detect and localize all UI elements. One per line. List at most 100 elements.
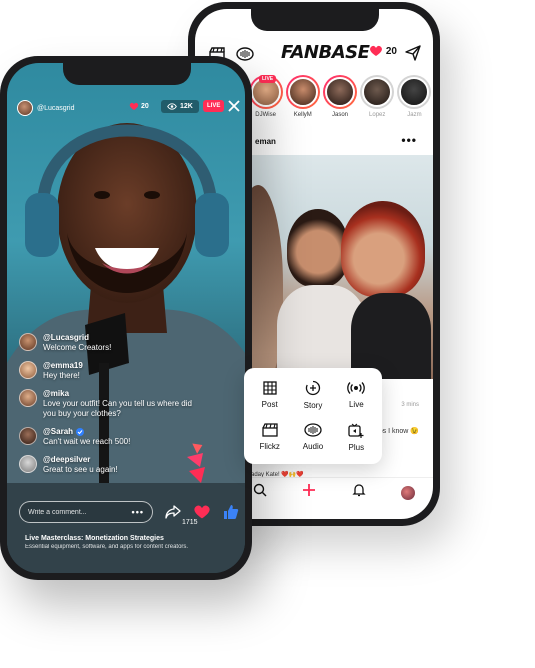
- story-name: Lopez: [369, 112, 386, 118]
- menu-label: Plus: [348, 442, 365, 452]
- menu-label: Post: [261, 400, 278, 409]
- story-name: Jazm: [407, 112, 422, 118]
- broadcast-icon: [347, 382, 366, 394]
- comment-user[interactable]: @Sarah: [43, 427, 130, 437]
- avatar: [287, 77, 318, 107]
- live-badge: LIVE: [203, 100, 225, 112]
- story-item[interactable]: Jazm: [396, 75, 433, 131]
- comment-user[interactable]: @mika: [43, 389, 199, 399]
- story-name: DJWise: [255, 112, 276, 118]
- photo-person: [351, 293, 431, 379]
- close-icon[interactable]: [227, 99, 241, 118]
- avatar: [325, 77, 355, 107]
- comment-placeholder: Write a comment...: [28, 508, 87, 516]
- story-item[interactable]: LIVE DJWise: [247, 75, 284, 131]
- story-ring: [397, 75, 432, 109]
- story-ring: [285, 75, 320, 109]
- story-ring: [360, 75, 395, 109]
- menu-label: Flickz: [259, 442, 280, 451]
- list-item: @Sarah Can't wait we reach 500!: [19, 427, 199, 447]
- heart-counter[interactable]: 20: [369, 45, 397, 57]
- comment-text: Love your outfit! Can you tell us where …: [43, 399, 192, 418]
- streamer-video: [7, 123, 245, 573]
- story-name: Jason: [332, 112, 349, 118]
- avatar[interactable]: [19, 333, 37, 351]
- post-photo[interactable]: [247, 155, 433, 379]
- grid-icon: [263, 381, 277, 395]
- comment-username: @Sarah: [43, 427, 74, 436]
- create-plus-button[interactable]: Plus: [335, 416, 378, 458]
- create-live-button[interactable]: Live: [335, 374, 378, 416]
- profile-avatar[interactable]: [401, 485, 416, 500]
- story-ring: [323, 75, 357, 109]
- like-counter: 20: [129, 102, 149, 111]
- avatar[interactable]: [19, 427, 37, 445]
- comment-user[interactable]: @emma19: [43, 361, 83, 371]
- floating-hearts: [183, 441, 209, 496]
- search-icon[interactable]: [253, 483, 267, 502]
- create-icon[interactable]: [302, 483, 316, 502]
- comment-text: Welcome Creators!: [43, 343, 112, 352]
- stream-subtitle: Essential equipment, software, and apps …: [25, 544, 189, 550]
- story-item[interactable]: Jason: [321, 75, 358, 131]
- live-phone: @Lucasgrid 20 12K LIVE @Lucasgrid Welcom…: [0, 56, 252, 580]
- comment-input[interactable]: Write a comment... •••: [19, 501, 153, 523]
- avatar[interactable]: [19, 389, 37, 407]
- audio-chat-icon[interactable]: [235, 44, 255, 64]
- stream-info: Live Masterclass: Monetization Strategie…: [25, 535, 235, 550]
- live-screen: @Lucasgrid 20 12K LIVE @Lucasgrid Welcom…: [7, 63, 245, 573]
- avatar[interactable]: [19, 361, 37, 379]
- phone-notch: [63, 63, 191, 85]
- photo-person: [287, 209, 349, 287]
- viewer-counter: 12K: [161, 100, 199, 113]
- post-author[interactable]: eman: [255, 137, 276, 146]
- story-plus-icon: [305, 380, 321, 396]
- avatar[interactable]: [19, 455, 37, 473]
- comment-text: Great to see u again!: [43, 465, 118, 474]
- more-icon[interactable]: •••: [132, 507, 144, 517]
- comment-bar: Write a comment... •••: [19, 499, 245, 525]
- menu-label: Live: [348, 400, 364, 409]
- story-name: KellyM: [293, 112, 312, 118]
- avatar: [362, 77, 393, 107]
- comment-user[interactable]: @deepsilver: [43, 455, 118, 465]
- eye-icon: [167, 103, 177, 110]
- verified-icon: [76, 428, 85, 436]
- stream-title: Live Masterclass: Monetization Strategie…: [25, 535, 164, 542]
- create-story-button[interactable]: Story: [291, 374, 334, 416]
- heart-animation-icon: [187, 443, 205, 483]
- story-item[interactable]: KellyM: [284, 75, 321, 131]
- like-count-value: 20: [141, 103, 149, 110]
- create-flickz-button[interactable]: Flickz: [248, 416, 291, 458]
- heart-button[interactable]: [193, 504, 211, 520]
- live-top-bar: @Lucasgrid 20 12K LIVE: [17, 99, 241, 117]
- avatar: [399, 77, 430, 107]
- fanbase-logo: FANBASE: [281, 42, 370, 63]
- like-total: 1715: [182, 519, 198, 526]
- create-post-button[interactable]: Post: [248, 374, 291, 416]
- create-audio-button[interactable]: Audio: [291, 416, 334, 458]
- thumbs-up-icon[interactable]: [223, 504, 239, 520]
- bell-icon[interactable]: [352, 483, 366, 502]
- comment-text: Can't wait we reach 500!: [43, 437, 131, 446]
- list-item: @deepsilver Great to see u again!: [19, 455, 199, 475]
- create-menu: Post Story Live Flickz Audio Plus: [244, 368, 382, 464]
- heart-count-value: 20: [385, 45, 397, 57]
- host-name[interactable]: @Lucasgrid: [37, 105, 74, 112]
- more-options-icon[interactable]: •••: [401, 133, 417, 147]
- list-item: @emma19 Hey there!: [19, 361, 199, 381]
- share-icon[interactable]: [165, 505, 181, 519]
- comment-user[interactable]: @Lucasgrid: [43, 333, 111, 343]
- audio-wave-icon: [304, 423, 322, 437]
- list-item: @mika Love your outfit! Can you tell us …: [19, 389, 199, 419]
- host-avatar[interactable]: [17, 100, 33, 116]
- send-icon[interactable]: [405, 45, 421, 66]
- comment-text: Hey there!: [43, 371, 80, 380]
- story-item[interactable]: Lopez: [359, 75, 396, 131]
- post-time: 3 mins: [401, 402, 419, 408]
- viewer-count-value: 12K: [180, 103, 193, 110]
- menu-label: Audio: [302, 442, 324, 451]
- phone-notch: [251, 9, 379, 31]
- heart-icon: [129, 102, 139, 111]
- clapper-icon: [262, 423, 278, 437]
